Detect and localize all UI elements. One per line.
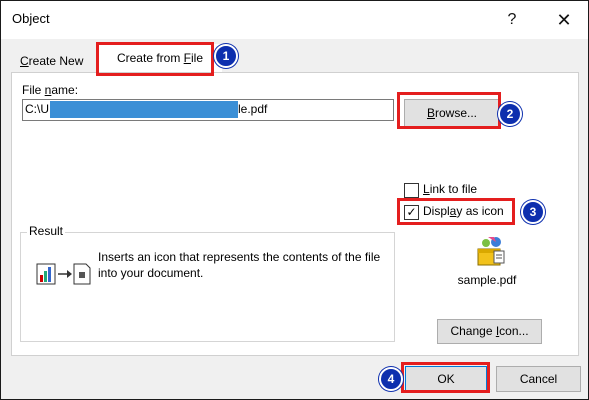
icon-file-name: sample.pdf [457, 273, 517, 287]
result-description: Inserts an icon that represents the cont… [98, 250, 381, 280]
step-badge-4: 4 [379, 367, 403, 391]
file-name-prefix: C:\U [25, 102, 49, 116]
result-legend: Result [27, 224, 66, 238]
title-bar: Object ? ✕ [1, 1, 588, 39]
object-dialog: Object ? ✕ Create New Create from File F… [0, 0, 589, 400]
dialog-title: Object [12, 11, 50, 26]
step-badge-1: 1 [214, 44, 238, 68]
file-name-label: File name: [22, 83, 79, 97]
cancel-button[interactable]: Cancel [496, 366, 581, 392]
file-name-input[interactable]: C:\U le.pdf [22, 99, 394, 121]
insert-icon-diagram-icon [36, 263, 91, 285]
display-checkbox-box[interactable]: ✓ [404, 205, 419, 220]
display-as-icon-label: Display as icon [423, 204, 504, 218]
change-icon-button[interactable]: Change Icon... [437, 319, 542, 344]
step-badge-3: 3 [521, 200, 545, 224]
file-name-selection [50, 101, 238, 118]
file-name-suffix: le.pdf [238, 102, 268, 116]
close-icon[interactable]: ✕ [549, 7, 579, 33]
tab-panel: File name: C:\U le.pdf Browse... Link to… [11, 72, 579, 356]
tab-create-from-file[interactable]: Create from File [98, 44, 222, 72]
link-to-file-label: Link to file [423, 182, 478, 196]
step-badge-2: 2 [498, 102, 522, 126]
help-button[interactable]: ? [497, 7, 527, 33]
link-checkbox-box[interactable] [404, 183, 419, 198]
ok-button[interactable]: OK [405, 366, 487, 392]
file-package-icon [477, 237, 505, 266]
result-group: Result Inserts an icon that represents t… [20, 224, 395, 342]
browse-button[interactable]: Browse... [404, 99, 500, 128]
tab-create-new[interactable]: Create New [14, 48, 89, 74]
